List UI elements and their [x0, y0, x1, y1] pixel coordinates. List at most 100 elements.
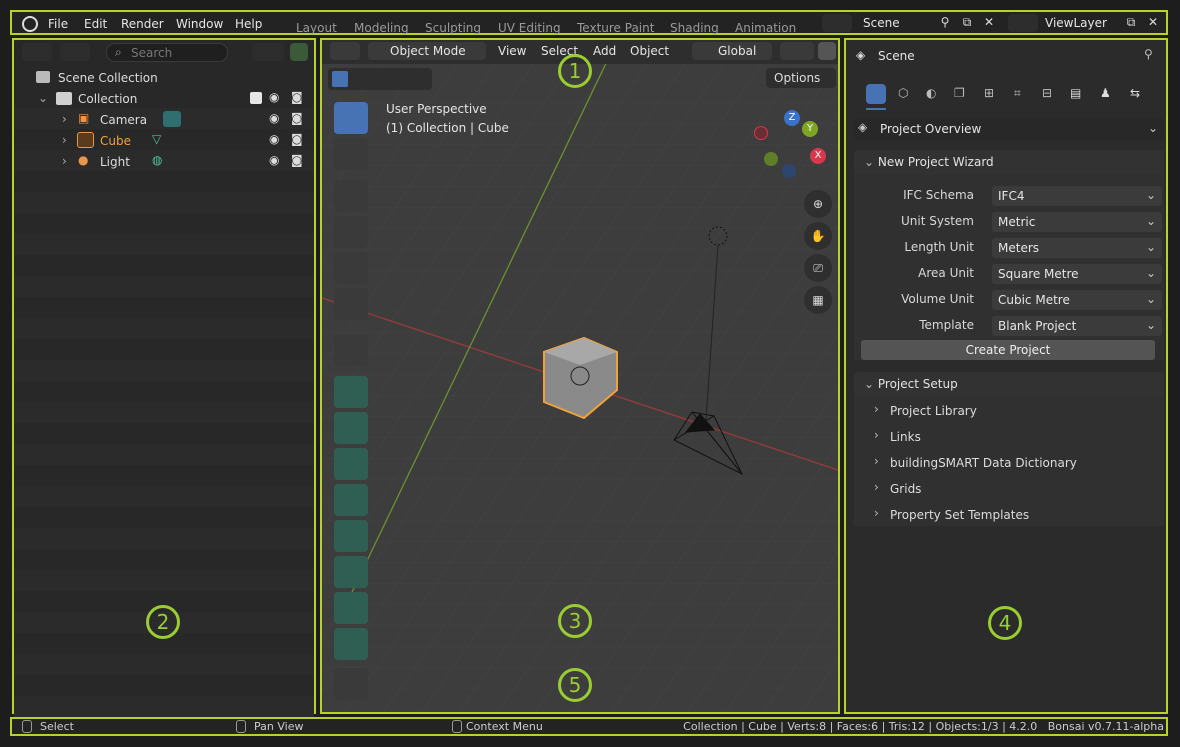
- stair-tool-icon[interactable]: [334, 556, 368, 588]
- visibility-eye-icon[interactable]: ◉: [269, 90, 279, 104]
- viewport-menu-add[interactable]: Add: [593, 44, 616, 58]
- select-new-icon[interactable]: [332, 71, 348, 87]
- outliner-item-cube[interactable]: Cube: [100, 134, 131, 148]
- viewport-menu-object[interactable]: Object: [630, 44, 669, 58]
- bim-tab-services-icon[interactable]: ⊞: [984, 86, 994, 100]
- scale-tool-icon[interactable]: [334, 252, 368, 284]
- subpanel-pset-templates[interactable]: Property Set Templates: [890, 508, 1029, 522]
- pivot-point-icon[interactable]: [780, 42, 814, 60]
- wall-tool-icon[interactable]: [334, 376, 368, 408]
- close-viewlayer-icon[interactable]: ✕: [1144, 15, 1162, 31]
- filter-view-icon[interactable]: [60, 43, 90, 61]
- bim-select-tool-icon[interactable]: [334, 334, 368, 366]
- gizmo-neg-y[interactable]: [764, 152, 778, 166]
- blender-logo-icon[interactable]: [22, 16, 38, 32]
- viewlayer-selector-icon[interactable]: [1008, 14, 1038, 32]
- subpanel-grids[interactable]: Grids: [890, 482, 921, 496]
- covering-tool-icon[interactable]: [334, 628, 368, 660]
- bim-tab-cost-icon[interactable]: ▤: [1070, 86, 1081, 100]
- menu-help[interactable]: Help: [235, 17, 262, 31]
- door-tool-icon[interactable]: [334, 448, 368, 480]
- bim-tab-project-icon[interactable]: [866, 84, 886, 104]
- cube-visibility-icon[interactable]: ◉: [269, 132, 279, 146]
- 3d-viewport[interactable]: Object Mode View Select Add Object Globa…: [320, 38, 840, 714]
- opening-tool-icon[interactable]: [334, 668, 368, 700]
- cursor-tool-icon[interactable]: [334, 138, 368, 170]
- camera-visibility-icon[interactable]: ◉: [269, 111, 279, 125]
- navigation-gizmo[interactable]: Z Y X: [750, 106, 834, 190]
- light-data-icon[interactable]: ◍: [152, 153, 162, 167]
- selection-mode-group[interactable]: [328, 68, 432, 90]
- select-length-unit[interactable]: Meters ⌄: [992, 238, 1162, 258]
- slab-tool-icon[interactable]: [334, 412, 368, 444]
- render-camera-icon[interactable]: ◙: [291, 90, 303, 104]
- tab-modeling[interactable]: Modeling: [354, 21, 409, 35]
- tab-sculpting[interactable]: Sculpting: [425, 21, 481, 35]
- subpanel-links[interactable]: Links: [890, 430, 921, 444]
- create-project-button[interactable]: Create Project: [861, 340, 1155, 360]
- perspective-toggle-icon[interactable]: ▦: [804, 286, 832, 314]
- expand-chevron-icon[interactable]: ›: [874, 402, 879, 416]
- tab-uv-editing[interactable]: UV Editing: [498, 21, 561, 35]
- new-collection-icon[interactable]: [290, 43, 308, 61]
- gizmo-neg-x[interactable]: [754, 126, 768, 140]
- expand-chevron-icon[interactable]: ›: [62, 112, 67, 126]
- select-unit-system[interactable]: Metric ⌄: [992, 212, 1162, 232]
- gizmo-z-axis[interactable]: Z: [784, 110, 800, 126]
- pan-hand-icon[interactable]: ✋: [804, 222, 832, 250]
- options-dropdown[interactable]: Options: [766, 68, 836, 88]
- expand-chevron-icon[interactable]: ›: [874, 428, 879, 442]
- select-box-tool-icon[interactable]: [334, 102, 368, 134]
- collapse-chevron-icon[interactable]: ⌄: [38, 91, 48, 105]
- bim-tab-object-icon[interactable]: ⬡: [898, 86, 908, 100]
- subpanel-project-library[interactable]: Project Library: [890, 404, 977, 418]
- transform-tool-icon[interactable]: [334, 288, 368, 320]
- mesh-data-icon[interactable]: ▽: [152, 132, 161, 146]
- expand-chevron-icon[interactable]: ›: [874, 506, 879, 520]
- snap-icon[interactable]: [818, 42, 836, 60]
- gizmo-neg-z[interactable]: [782, 164, 796, 178]
- exclude-checkbox[interactable]: [250, 92, 262, 104]
- bim-tab-quality-icon[interactable]: ⇆: [1130, 86, 1140, 100]
- bim-tab-drawings-icon[interactable]: ❐: [954, 86, 965, 100]
- gizmo-x-axis[interactable]: X: [810, 148, 826, 164]
- zoom-icon[interactable]: ⊕: [804, 190, 832, 218]
- menu-window[interactable]: Window: [176, 17, 223, 31]
- menu-edit[interactable]: Edit: [84, 17, 107, 31]
- tab-animation[interactable]: Animation: [735, 21, 796, 35]
- expand-chevron-icon[interactable]: ›: [874, 454, 879, 468]
- search-input[interactable]: ⌕ Search: [106, 43, 228, 62]
- display-mode-icon[interactable]: [22, 43, 52, 61]
- light-visibility-icon[interactable]: ◉: [269, 153, 279, 167]
- close-icon[interactable]: ✕: [980, 15, 998, 31]
- camera-data-icon[interactable]: [163, 111, 181, 127]
- new-scene-icon[interactable]: ⧉: [958, 15, 976, 31]
- menu-file[interactable]: File: [48, 17, 68, 31]
- new-viewlayer-icon[interactable]: ⧉: [1122, 15, 1140, 31]
- panel-header-project-setup[interactable]: ⌄ Project Setup: [854, 372, 1164, 396]
- move-tool-icon[interactable]: [334, 180, 368, 212]
- collection-label[interactable]: Collection: [78, 92, 137, 106]
- bim-tab-geometry-icon[interactable]: ◐: [926, 86, 936, 100]
- tab-shading[interactable]: Shading: [670, 21, 719, 35]
- filter-icon[interactable]: [252, 43, 284, 61]
- select-area-unit[interactable]: Square Metre ⌄: [992, 264, 1162, 284]
- editor-type-icon[interactable]: [330, 42, 360, 60]
- subpanel-bsdd[interactable]: buildingSMART Data Dictionary: [890, 456, 1077, 470]
- viewport-menu-view[interactable]: View: [498, 44, 526, 58]
- menu-render[interactable]: Render: [121, 17, 164, 31]
- expand-chevron-icon[interactable]: ›: [874, 480, 879, 494]
- outliner-item-camera[interactable]: Camera: [100, 113, 147, 127]
- outliner-item-light[interactable]: Light: [100, 155, 130, 169]
- rotate-tool-icon[interactable]: [334, 216, 368, 248]
- select-ifc-schema[interactable]: IFC4 ⌄: [992, 186, 1162, 206]
- viewlayer-name[interactable]: ViewLayer: [1045, 16, 1107, 30]
- bim-tab-people-icon[interactable]: ♟: [1100, 86, 1111, 100]
- cube-render-icon[interactable]: ◙: [291, 132, 303, 146]
- scene-collection-label[interactable]: Scene Collection: [58, 71, 158, 85]
- select-template[interactable]: Blank Project ⌄: [992, 316, 1162, 336]
- select-volume-unit[interactable]: Cubic Metre ⌄: [992, 290, 1162, 310]
- transform-orientation[interactable]: Global: [692, 42, 772, 60]
- scene-name[interactable]: Scene: [863, 16, 900, 30]
- bim-tab-schedule-icon[interactable]: ⊟: [1042, 86, 1052, 100]
